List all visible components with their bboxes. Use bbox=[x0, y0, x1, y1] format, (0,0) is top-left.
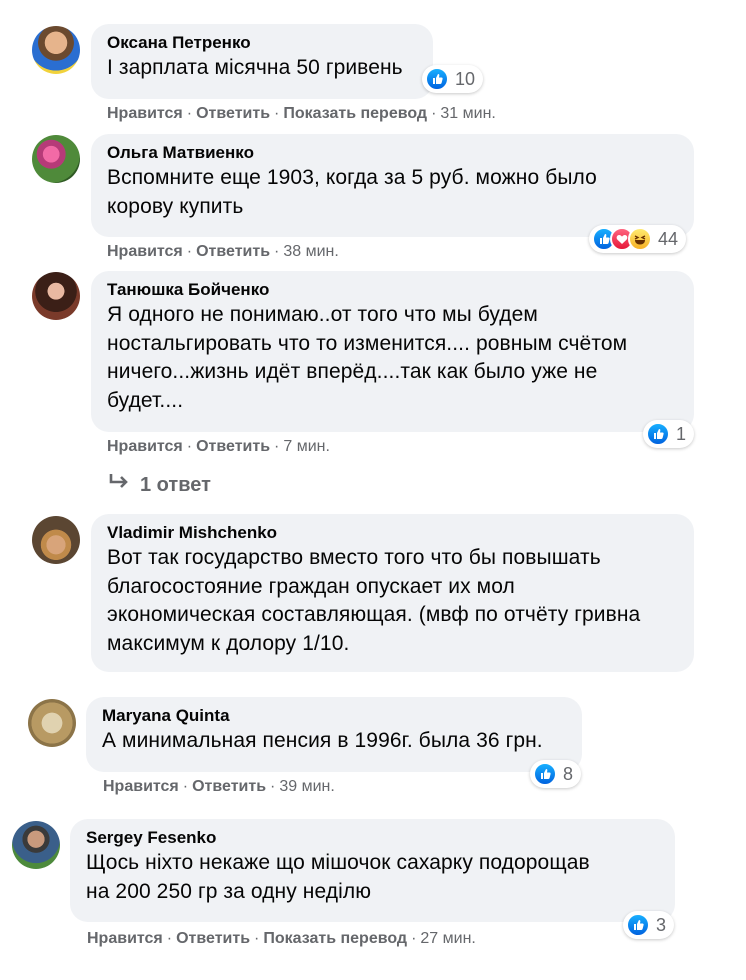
comment-text: А минимальная пенсия в 1996г. была 36 гр… bbox=[102, 729, 543, 752]
timestamp[interactable]: 27 мин. bbox=[420, 930, 475, 947]
like-reaction-icon bbox=[626, 913, 650, 937]
comment-actions: Нравится · Ответить · Показать перевод · 31 ми… bbox=[107, 105, 496, 122]
like-link[interactable]: Нравится bbox=[107, 438, 183, 455]
reaction-count: 1 bbox=[676, 423, 687, 444]
reply-arrow-icon bbox=[108, 472, 130, 498]
comment-text: І зарплата місячна 50 гривень bbox=[107, 56, 403, 79]
comment-bubble: Ольга Матвиенко Вспомните еще 1903, когд… bbox=[91, 134, 694, 237]
comment-text: ностальгировать что то изменится.... ров… bbox=[107, 331, 628, 355]
like-reaction-icon bbox=[533, 762, 557, 786]
comment-author[interactable]: Танюшка Бойченко bbox=[107, 279, 678, 301]
comment-bubble: Vladimir Mishchenko Вот так государство … bbox=[91, 514, 694, 672]
comment-bubble: Maryana Quinta А минимальная пенсия в 19… bbox=[86, 697, 582, 772]
reaction-summary[interactable]: 8 bbox=[530, 760, 582, 788]
reaction-count: 8 bbox=[563, 763, 574, 784]
comment-bubble: Оксана Петренко І зарплата місячна 50 гр… bbox=[91, 24, 433, 99]
comment-bubble: Танюшка Бойченко Я одного не понимаю..от… bbox=[91, 271, 694, 432]
comment-text: Щось ніхто некаже що мішочок сахарку под… bbox=[86, 851, 590, 874]
like-link[interactable]: Нравится bbox=[107, 105, 183, 122]
reply-link[interactable]: Ответить bbox=[176, 930, 250, 947]
reply-link[interactable]: Ответить bbox=[192, 778, 266, 795]
timestamp[interactable]: 38 мин. bbox=[283, 243, 338, 260]
reaction-summary[interactable]: 1 bbox=[643, 420, 695, 448]
reply-link[interactable]: Ответить bbox=[196, 105, 270, 122]
timestamp[interactable]: 39 мин. bbox=[279, 778, 334, 795]
view-replies-link[interactable]: 1 ответ bbox=[108, 472, 211, 498]
comment-actions: Нравится · Ответить · Показать перевод · 27 ми… bbox=[87, 930, 476, 947]
comment-bubble: Sergey Fesenko Щось ніхто некаже що мішо… bbox=[70, 819, 675, 922]
reaction-count: 44 bbox=[658, 228, 679, 249]
haha-reaction-icon bbox=[628, 227, 652, 251]
reaction-summary[interactable]: 3 bbox=[623, 911, 675, 939]
avatar[interactable] bbox=[32, 516, 80, 564]
comment-text: ничего...жизнь идёт вперёд....так как бы… bbox=[107, 360, 598, 383]
comment-actions: Нравится · Ответить · 7 мин. bbox=[107, 438, 330, 455]
like-link[interactable]: Нравится bbox=[87, 930, 163, 947]
comment-text: благосостояние граждан опускает их мол bbox=[107, 574, 515, 598]
comment-text: Я одного не понимаю..от того что мы буде… bbox=[107, 303, 538, 326]
comment-text: Вот так государство вместо того что бы п… bbox=[107, 546, 601, 569]
like-reaction-icon bbox=[425, 67, 449, 91]
comment-author[interactable]: Vladimir Mishchenko bbox=[107, 522, 678, 544]
comment-actions: Нравится · Ответить · 39 мин. bbox=[103, 778, 335, 795]
comment-text: корову купить bbox=[107, 194, 244, 218]
translate-link[interactable]: Показать перевод bbox=[283, 105, 427, 122]
comment-text: на 200 250 гр за одну неділю bbox=[86, 879, 372, 903]
comment-text: максимум к долору 1/10. bbox=[107, 631, 350, 655]
avatar[interactable] bbox=[12, 821, 60, 869]
replies-count: 1 ответ bbox=[140, 473, 211, 496]
reply-link[interactable]: Ответить bbox=[196, 438, 270, 455]
like-link[interactable]: Нравится bbox=[107, 243, 183, 260]
comment-author[interactable]: Оксана Петренко bbox=[107, 32, 417, 54]
reaction-count: 10 bbox=[455, 68, 476, 89]
timestamp[interactable]: 7 мин. bbox=[283, 438, 330, 455]
comment-author[interactable]: Sergey Fesenko bbox=[86, 827, 659, 849]
like-reaction-icon bbox=[646, 422, 670, 446]
timestamp[interactable]: 31 мин. bbox=[440, 105, 495, 122]
reaction-count: 3 bbox=[656, 914, 667, 935]
reaction-summary[interactable]: 44 bbox=[589, 225, 687, 253]
comment-text: экономическая составляющая. (мвф по отчё… bbox=[107, 603, 641, 626]
translate-link[interactable]: Показать перевод bbox=[263, 930, 407, 947]
reaction-summary[interactable]: 10 bbox=[422, 65, 484, 93]
comment-text: Вспомните еще 1903, когда за 5 руб. можн… bbox=[107, 166, 597, 189]
comment-author[interactable]: Maryana Quinta bbox=[102, 705, 566, 727]
like-link[interactable]: Нравится bbox=[103, 778, 179, 795]
avatar[interactable] bbox=[28, 699, 76, 747]
comment-actions: Нравится · Ответить · 38 мин. bbox=[107, 243, 339, 260]
avatar[interactable] bbox=[32, 272, 80, 320]
avatar[interactable] bbox=[32, 26, 80, 74]
reply-link[interactable]: Ответить bbox=[196, 243, 270, 260]
avatar[interactable] bbox=[32, 135, 80, 183]
comment-text: будет.... bbox=[107, 388, 184, 412]
comment-author[interactable]: Ольга Матвиенко bbox=[107, 142, 678, 164]
